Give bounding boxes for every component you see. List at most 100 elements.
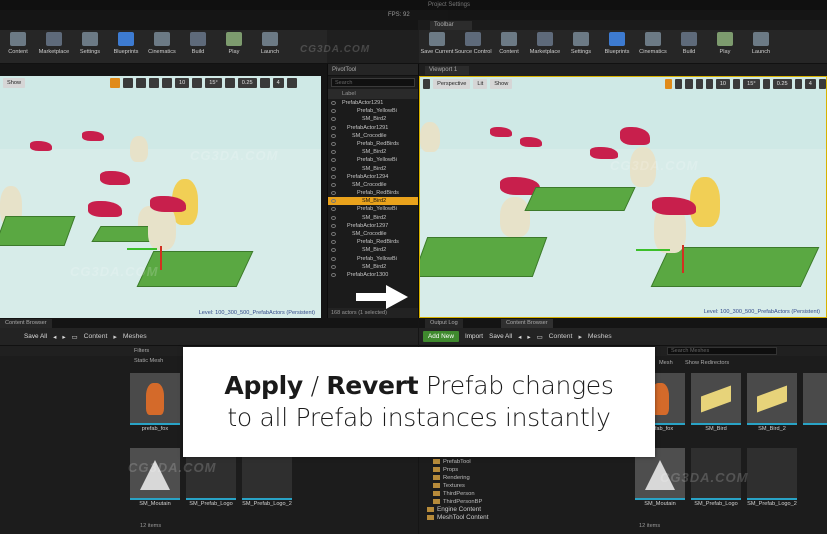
visibility-eye-icon[interactable] [331, 232, 336, 236]
visibility-eye-icon[interactable] [331, 182, 336, 187]
content-button[interactable]: Content [493, 32, 525, 55]
gizmo-green-axis[interactable] [636, 249, 670, 251]
settings-button[interactable]: Settings [565, 32, 597, 55]
folder-prefabtool[interactable]: PrefabTool [427, 458, 489, 466]
viewport-menu-icon[interactable] [423, 79, 431, 89]
outliner-row[interactable]: SM_Crocodile [328, 132, 418, 140]
build-button[interactable]: Build [182, 32, 214, 55]
outliner-row[interactable]: PrefabActor1291 [328, 99, 418, 107]
world-icon[interactable] [695, 79, 703, 89]
viewport-left[interactable]: Show 10 15° 0.25 4 Level: 100_300_500_Pr… [0, 76, 321, 318]
gizmo-green-axis[interactable] [127, 248, 157, 250]
content-browser-tab[interactable]: Content Browser [501, 319, 553, 328]
save-current-button[interactable]: Save Current [421, 32, 453, 55]
outliner-row[interactable]: Prefab_YellowBi [328, 255, 418, 263]
outliner-row[interactable]: SM_Bird2 [328, 246, 418, 254]
viewport-1-tab[interactable]: Viewport 1 [425, 66, 470, 75]
outliner-row[interactable]: SM_Bird2 [328, 148, 418, 156]
save-all-button[interactable]: Save All [489, 333, 512, 340]
scale-icon[interactable] [685, 79, 693, 89]
outliner-row[interactable]: Prefab_RedBirds [328, 189, 418, 197]
maximize-icon[interactable] [818, 79, 826, 89]
rotate-icon[interactable] [123, 78, 133, 88]
scale-snap-icon[interactable] [224, 78, 235, 88]
output-log-tab[interactable]: Output Log [425, 319, 463, 328]
back-icon[interactable]: ◂ [53, 333, 56, 341]
visibility-eye-icon[interactable] [331, 125, 336, 130]
search-meshes-input[interactable]: Search Meshes [667, 347, 777, 355]
asset-sm-prefab-logo-2[interactable]: SM_Prefab_Logo_2 [747, 448, 797, 510]
select-mode-icon[interactable] [665, 79, 673, 89]
surface-snap-icon[interactable] [705, 79, 713, 89]
settings-button[interactable]: Settings [74, 32, 106, 55]
launch-button[interactable]: Launch [745, 32, 777, 55]
breadcrumb-meshes[interactable]: Meshes [588, 333, 612, 340]
launch-button[interactable]: Launch [254, 32, 286, 55]
outliner-row[interactable]: PrefabActor1291 [328, 124, 418, 132]
gizmo-red-axis[interactable] [682, 245, 684, 273]
filters-button[interactable]: Filters [134, 348, 149, 354]
lit-button[interactable]: Lit [473, 79, 488, 89]
content-browser-tab[interactable]: Content Browser [0, 319, 52, 328]
source-control-button[interactable]: Source Control [454, 32, 492, 55]
visibility-eye-icon[interactable] [331, 223, 336, 228]
visibility-eye-icon[interactable] [331, 264, 336, 269]
scale-snap-icon[interactable] [762, 79, 770, 89]
camera-speed-icon[interactable] [259, 78, 270, 88]
content-button[interactable]: Content [2, 32, 34, 55]
surface-snap-icon[interactable] [162, 78, 172, 88]
folder-engine-content[interactable]: Engine Content [427, 506, 489, 514]
folder-textures[interactable]: Textures [427, 482, 489, 490]
scale-snap-value[interactable]: 0.25 [772, 79, 792, 89]
outliner-row[interactable]: SM_Crocodile [328, 181, 418, 189]
pivot-search-input[interactable]: Search [331, 78, 415, 87]
folder-thirdperson[interactable]: ThirdPerson [427, 490, 489, 498]
angle-snap-icon[interactable] [192, 78, 203, 88]
outliner-row[interactable]: Prefab_YellowBi [328, 107, 418, 115]
viewport-right[interactable]: Perspective Lit Show 10 15° 0.25 4 Level… [419, 76, 827, 318]
gizmo-red-axis[interactable] [160, 246, 162, 270]
show-button[interactable]: Show [3, 78, 25, 88]
camera-speed-value[interactable]: 4 [272, 78, 284, 88]
scale-icon[interactable] [136, 78, 146, 88]
angle-snap-value[interactable]: 15° [743, 79, 760, 89]
asset-sm-prefab-logo[interactable]: SM_Prefab_Logo [186, 448, 236, 510]
cinematics-button[interactable]: Cinematics [637, 32, 669, 55]
visibility-eye-icon[interactable] [331, 101, 336, 105]
breadcrumb-meshes[interactable]: Meshes [123, 333, 147, 340]
asset-sm-moutain[interactable]: SM_Moutain [130, 448, 180, 510]
outliner-row[interactable]: PrefabActor1300 [328, 271, 418, 279]
asset-prefab-fox[interactable]: prefab_fox [130, 373, 180, 435]
outliner-row[interactable]: PrefabActor1294 [328, 173, 418, 181]
outliner-row[interactable]: SM_Bird2 [328, 115, 418, 123]
toolbar-tab[interactable]: Toolbar [430, 21, 472, 30]
outliner-row[interactable]: SM_Bird2 [328, 214, 418, 222]
folder-meshtool-content[interactable]: MeshTool Content [427, 514, 489, 522]
asset-sm-bird-2[interactable]: SM_Bird_2 [747, 373, 797, 435]
grid-snap-value[interactable]: 10 [715, 79, 731, 89]
folder-thirdpersonbp[interactable]: ThirdPersonBP [427, 498, 489, 506]
pivot-tool-title[interactable]: PivotTool [328, 64, 418, 76]
outliner-row[interactable]: SM_Crocodile [328, 230, 418, 238]
perspective-button[interactable]: Perspective [433, 79, 471, 89]
cinematics-button[interactable]: Cinematics [146, 32, 178, 55]
visibility-eye-icon[interactable] [331, 272, 336, 277]
visibility-eye-icon[interactable] [331, 174, 336, 179]
angle-snap-value[interactable]: 15° [205, 78, 222, 88]
visibility-eye-icon[interactable] [331, 215, 336, 220]
outliner-row[interactable]: SM_Bird2 [328, 263, 418, 271]
world-icon[interactable] [149, 78, 159, 88]
mesh-filter[interactable]: Mesh [659, 360, 673, 366]
outliner-row[interactable]: SM_Bird2 [328, 165, 418, 173]
asset-partial[interactable] [803, 373, 827, 435]
breadcrumb-content[interactable]: Content [549, 333, 573, 340]
static-mesh-filter[interactable]: Static Mesh [134, 358, 163, 364]
show-redirectors-toggle[interactable]: Show Redirectors [685, 360, 729, 366]
asset-sm-bird[interactable]: SM_Bird [691, 373, 741, 435]
outliner-row[interactable]: PrefabActor1297 [328, 222, 418, 230]
camera-speed-value[interactable]: 4 [804, 79, 816, 89]
visibility-eye-icon[interactable] [331, 166, 336, 171]
marketplace-button[interactable]: Marketplace [38, 32, 70, 55]
angle-snap-icon[interactable] [733, 79, 741, 89]
save-all-button[interactable]: Save All [24, 333, 47, 340]
